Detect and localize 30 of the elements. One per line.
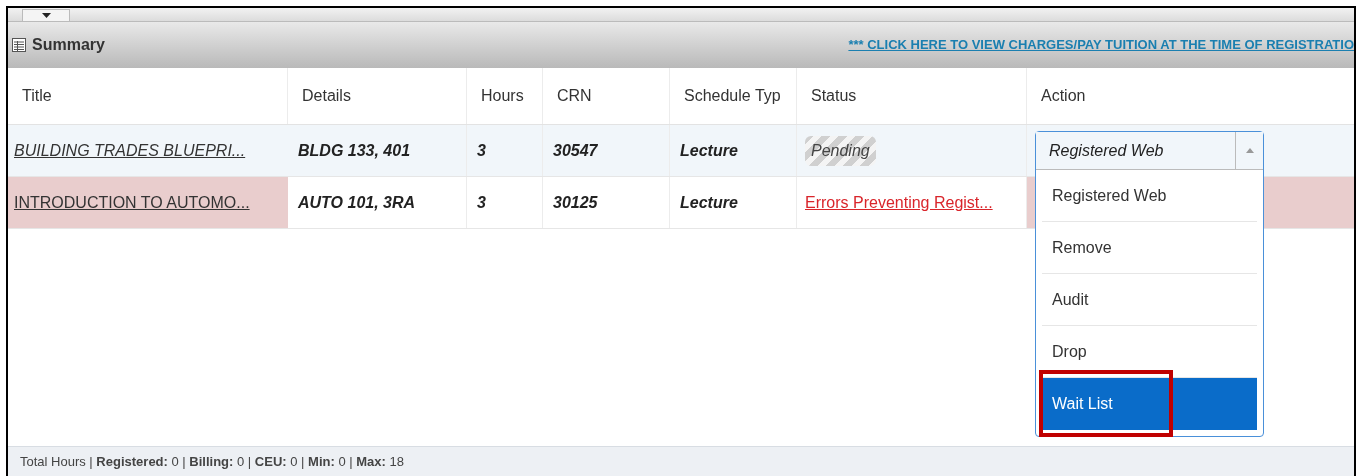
hours-summary: Total Hours | Registered: 0 | Billing: 0 | CEU: 0 | Min: 0 | Max: 18 xyxy=(20,452,404,471)
column-header: CRN xyxy=(557,86,592,106)
table-cell-text: 30125 xyxy=(553,192,598,213)
selected-value: Registered Web xyxy=(1048,140,1165,161)
caret-down-icon xyxy=(41,13,51,18)
action-dropdown[interactable]: Registered Web Registered Web Remove Audit Drop Wait List xyxy=(1035,131,1264,437)
table-cell-text: BLDG 133, 401 xyxy=(298,140,411,161)
panel-title: Summary xyxy=(32,35,105,55)
column-header: Details xyxy=(302,86,351,106)
pending-status-badge: Pending xyxy=(805,135,876,166)
column-header: Status xyxy=(811,86,857,106)
caret-up-icon xyxy=(1245,148,1254,153)
table-cell-text: Lecture xyxy=(680,192,738,213)
dropdown-option[interactable]: Registered Web xyxy=(1042,170,1257,222)
table-cell-text: 3 xyxy=(477,192,486,213)
column-header: Schedule Typ xyxy=(684,86,781,106)
table-cell-text: 30547 xyxy=(553,140,598,161)
dropdown-option[interactable]: Remove xyxy=(1042,222,1257,274)
column-header: Hours xyxy=(481,86,524,106)
dropdown-option[interactable]: Wait List xyxy=(1042,378,1257,430)
dropdown-tab[interactable] xyxy=(22,9,70,21)
column-header: Title xyxy=(22,86,52,106)
dropdown-option[interactable]: Audit xyxy=(1042,274,1257,326)
table-cell-text: 3 xyxy=(477,140,486,161)
error-status-link[interactable]: Errors Preventing Regist... xyxy=(805,190,993,215)
column-header: Action xyxy=(1041,86,1086,106)
table-cell-text: Lecture xyxy=(680,140,738,161)
course-title-link[interactable]: BUILDING TRADES BLUEPRI... xyxy=(14,138,246,163)
table-cell-text: AUTO 101, 3RA xyxy=(298,192,416,213)
table-icon xyxy=(12,38,26,52)
